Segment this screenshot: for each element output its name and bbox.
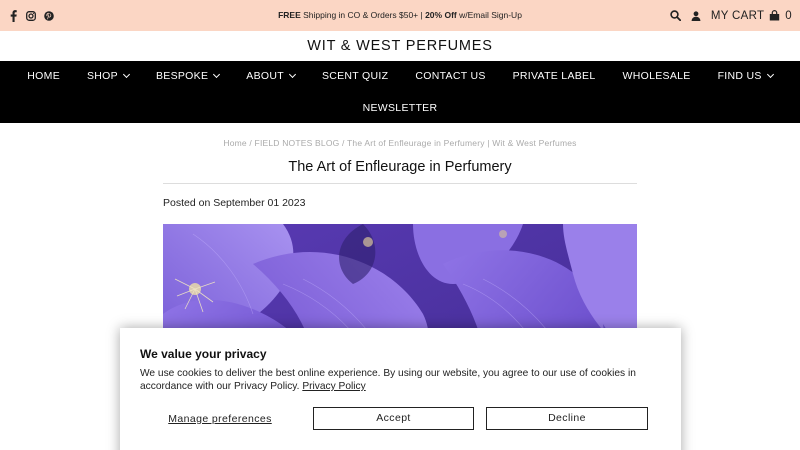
nav-row-primary: HOME SHOP BESPOKE ABOUT SCENT QUIZ CONTACT US… (0, 61, 800, 91)
nav-item-find-us[interactable]: FIND US (704, 70, 786, 82)
cart-label: MY CART (710, 9, 765, 22)
promo-discount: 20% Off (425, 10, 457, 20)
article-date: Posted on September 01 2023 (163, 197, 306, 209)
nav-item-label: WHOLESALE (622, 70, 691, 82)
utility-nav: MY CART 0 (670, 0, 792, 31)
breadcrumb-current: The Art of Enfleurage in Perfumery | Wit… (347, 138, 577, 148)
breadcrumb: Home / FIELD NOTES BLOG / The Art of Enf… (0, 138, 800, 148)
nav-item-newsletter[interactable]: NEWSLETTER (349, 102, 451, 114)
nav-item-scent-quiz[interactable]: SCENT QUIZ (308, 70, 401, 82)
nav-item-private-label[interactable]: PRIVATE LABEL (499, 70, 609, 82)
promo-signup: w/Email Sign-Up (456, 10, 522, 20)
nav-item-label: BESPOKE (155, 70, 209, 82)
nav-item-label: SCENT QUIZ (321, 70, 389, 82)
cookie-body: We use cookies to deliver the best onlin… (140, 367, 665, 393)
breadcrumb-home[interactable]: Home (223, 138, 246, 148)
chevron-down-icon (288, 70, 296, 79)
site-logo[interactable]: WIT & WEST PERFUMES (0, 31, 800, 61)
accept-button[interactable]: Accept (313, 407, 474, 430)
breadcrumb-separator: / (339, 138, 347, 148)
announcement-bar: FREE Shipping in CO & Orders $50+ | 20% … (0, 0, 800, 31)
nav-item-label: SHOP (87, 70, 118, 82)
article-title: The Art of Enfleurage in Perfumery (163, 159, 637, 184)
decline-button[interactable]: Decline (486, 407, 648, 430)
chevron-down-icon (766, 70, 774, 79)
nav-item-home[interactable]: HOME (14, 70, 74, 82)
chevron-down-icon (213, 70, 221, 79)
instagram-icon[interactable] (26, 10, 36, 22)
search-icon[interactable] (670, 10, 681, 21)
breadcrumb-separator: / (246, 138, 255, 148)
cart-icon (769, 10, 780, 21)
nav-item-about[interactable]: ABOUT (233, 70, 309, 82)
promo-free: FREE (278, 10, 301, 20)
nav-item-wholesale[interactable]: WHOLESALE (609, 70, 704, 82)
nav-item-shop[interactable]: SHOP (74, 70, 143, 82)
user-icon[interactable] (691, 10, 701, 21)
nav-item-label: NEWSLETTER (362, 102, 438, 114)
nav-item-label: HOME (27, 70, 60, 82)
page: FREE Shipping in CO & Orders $50+ | 20% … (0, 0, 800, 450)
nav-item-contact-us[interactable]: CONTACT US (402, 70, 499, 82)
nav-item-label: CONTACT US (415, 70, 486, 82)
cart-count: 0 (785, 9, 792, 22)
breadcrumb-blog[interactable]: FIELD NOTES BLOG (255, 138, 340, 148)
privacy-policy-link[interactable]: Privacy Policy (302, 381, 365, 392)
cookie-consent-dialog: We value your privacy We use cookies to … (120, 328, 681, 450)
nav-item-label: PRIVATE LABEL (512, 70, 596, 82)
manage-preferences-button[interactable]: Manage preferences (140, 408, 300, 430)
main-nav: HOME SHOP BESPOKE ABOUT SCENT QUIZ CONTACT US… (0, 61, 800, 123)
social-links (8, 0, 54, 31)
nav-item-label: ABOUT (246, 70, 284, 82)
cookie-body-text: We use cookies to deliver the best onlin… (140, 368, 636, 392)
cookie-heading: We value your privacy (140, 347, 267, 361)
nav-item-bespoke[interactable]: BESPOKE (142, 70, 232, 82)
nav-item-label: FIND US (717, 70, 762, 82)
pinterest-icon[interactable] (44, 10, 54, 22)
chevron-down-icon (122, 70, 131, 79)
nav-row-secondary: NEWSLETTER (0, 93, 800, 123)
promo-shipping: Shipping in CO & Orders $50+ | (300, 10, 426, 20)
cart-link[interactable]: MY CART 0 (711, 10, 792, 22)
facebook-icon[interactable] (8, 9, 18, 22)
